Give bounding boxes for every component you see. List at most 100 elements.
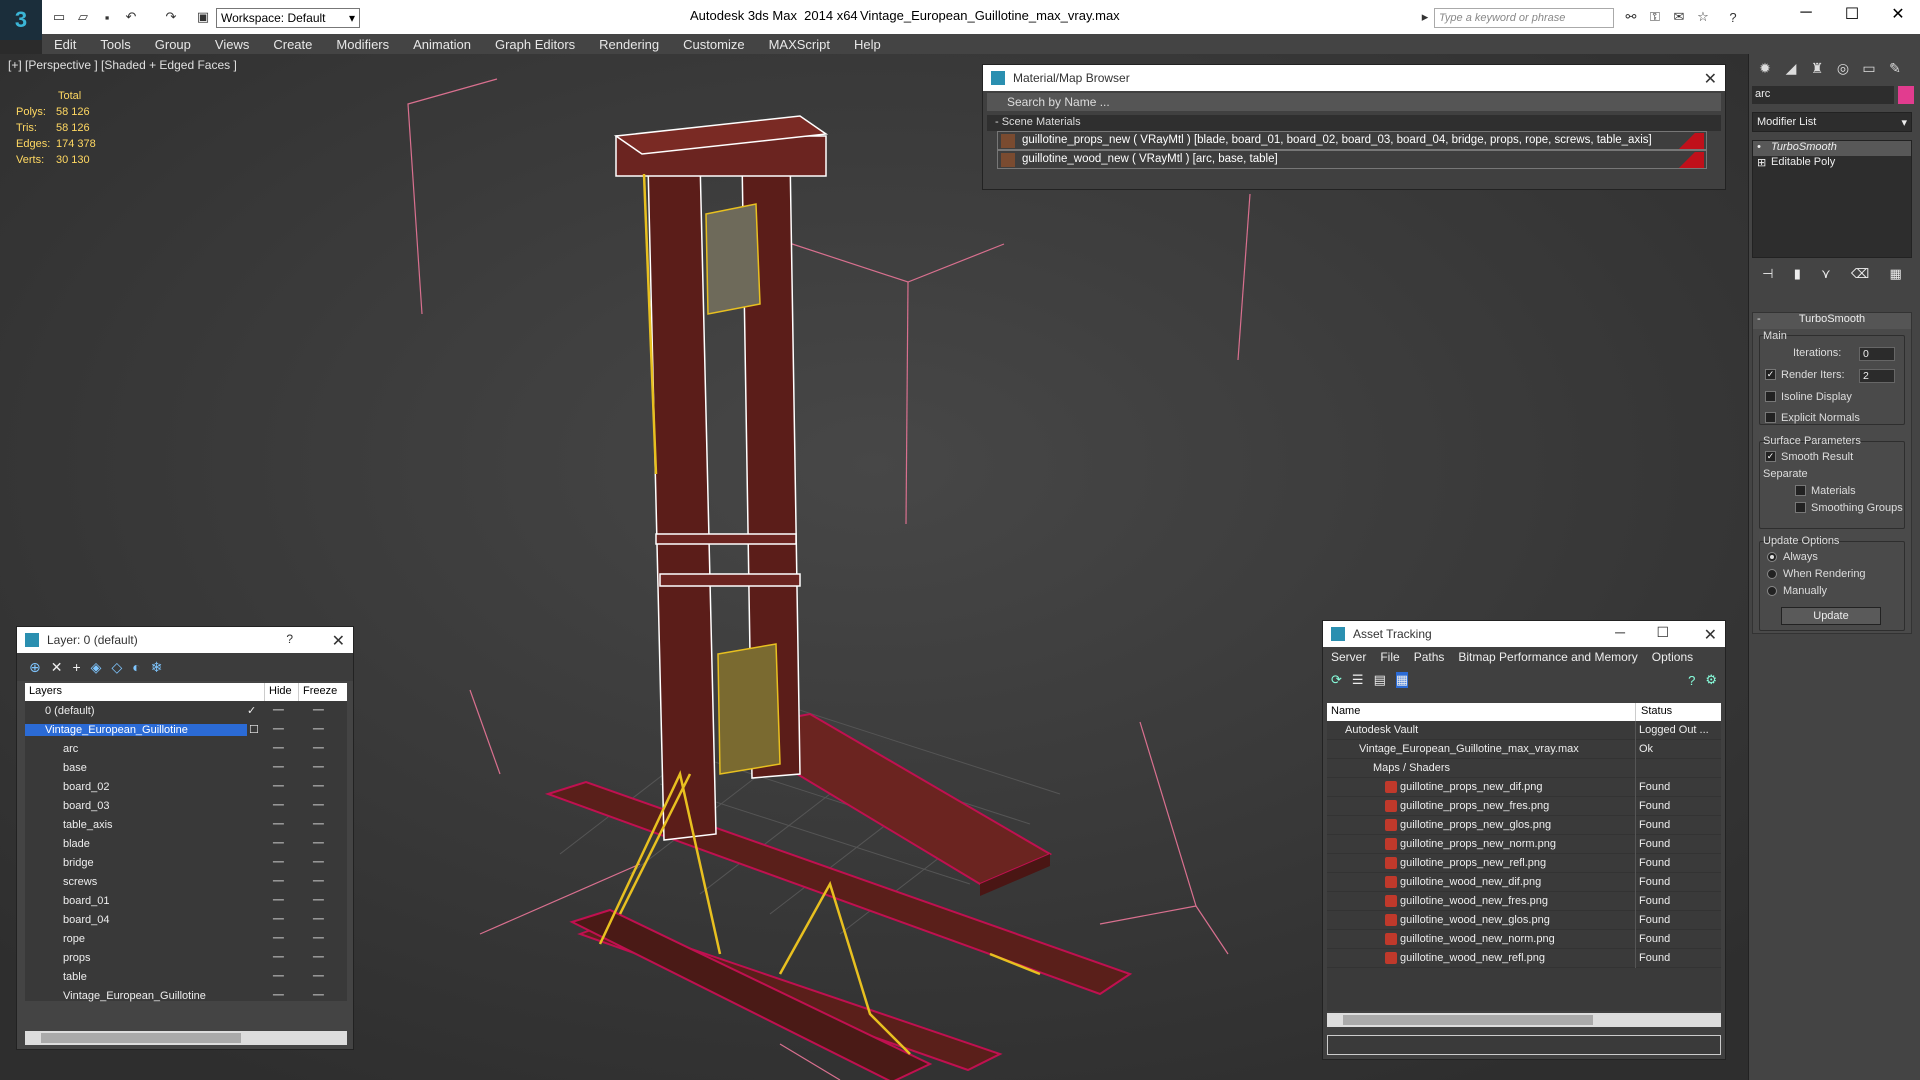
- menu-tools[interactable]: Tools: [88, 37, 142, 52]
- hide-toggle[interactable]: ━━: [273, 762, 284, 773]
- freeze-toggle[interactable]: ━━: [313, 857, 324, 868]
- material-item[interactable]: guillotine_wood_new ( VRayMtl ) [arc, ba…: [997, 150, 1707, 169]
- create-layer-icon[interactable]: ⊕: [29, 659, 41, 676]
- expand-arrow-icon[interactable]: ▸: [1416, 8, 1434, 26]
- asset-row[interactable]: guillotine_props_new_glos.png Found: [1327, 816, 1721, 835]
- asset-row[interactable]: guillotine_wood_new_refl.png Found: [1327, 949, 1721, 968]
- hide-toggle[interactable]: ━━: [273, 800, 284, 811]
- layers-column-header[interactable]: Layers: [25, 683, 265, 701]
- explicit-normals-checkbox[interactable]: [1765, 412, 1776, 423]
- create-tab-icon[interactable]: ✹: [1754, 60, 1776, 80]
- freeze-toggle[interactable]: ━━: [313, 990, 324, 1001]
- minimize-button[interactable]: ─: [1615, 624, 1625, 640]
- layer-object-row[interactable]: board_01 ━━ ━━: [25, 891, 347, 910]
- asset-row[interactable]: guillotine_props_new_dif.png Found: [1327, 778, 1721, 797]
- asset-row[interactable]: guillotine_wood_new_glos.png Found: [1327, 911, 1721, 930]
- table-view-icon[interactable]: ▦: [1395, 672, 1409, 688]
- scrollbar-thumb[interactable]: [1343, 1015, 1593, 1025]
- layer-row[interactable]: Vintage_European_Guillotine ☐ ━━ ━━: [25, 720, 347, 739]
- hide-toggle[interactable]: ━━: [273, 952, 284, 963]
- update-when-rendering-radio[interactable]: [1767, 569, 1777, 579]
- asset-row[interactable]: guillotine_wood_new_norm.png Found: [1327, 930, 1721, 949]
- asset-menu-bitmap[interactable]: Bitmap Performance and Memory: [1458, 650, 1637, 664]
- hide-toggle[interactable]: ━━: [273, 876, 284, 887]
- help-icon[interactable]: ?: [1688, 673, 1695, 688]
- asset-menu-file[interactable]: File: [1380, 650, 1399, 664]
- hide-toggle[interactable]: ━━: [273, 895, 284, 906]
- layer-object-row[interactable]: bridge ━━ ━━: [25, 853, 347, 872]
- asset-menu-paths[interactable]: Paths: [1414, 650, 1445, 664]
- asset-row[interactable]: Autodesk Vault Logged Out ...: [1327, 721, 1721, 740]
- menu-graph-editors[interactable]: Graph Editors: [483, 37, 587, 52]
- settings-icon[interactable]: ⚙: [1705, 672, 1717, 688]
- menu-animation[interactable]: Animation: [401, 37, 483, 52]
- menu-customize[interactable]: Customize: [671, 37, 756, 52]
- layer-object-row[interactable]: props ━━ ━━: [25, 948, 347, 967]
- close-button[interactable]: ✕: [1878, 4, 1918, 26]
- freeze-toggle[interactable]: ━━: [313, 971, 324, 982]
- freeze-toggle[interactable]: ━━: [313, 838, 324, 849]
- asset-row[interactable]: guillotine_props_new_refl.png Found: [1327, 854, 1721, 873]
- asset-row[interactable]: guillotine_props_new_fres.png Found: [1327, 797, 1721, 816]
- key-icon[interactable]: ⚿: [1646, 8, 1664, 26]
- hide-toggle[interactable]: ━━: [273, 724, 284, 735]
- freeze-toggle[interactable]: ━━: [313, 724, 324, 735]
- layer-object-row[interactable]: base ━━ ━━: [25, 758, 347, 777]
- asset-row[interactable]: Vintage_European_Guillotine_max_vray.max…: [1327, 740, 1721, 759]
- layer-object-row[interactable]: blade ━━ ━━: [25, 834, 347, 853]
- freeze-toggle[interactable]: ━━: [313, 743, 324, 754]
- display-tab-icon[interactable]: ▭: [1858, 60, 1880, 80]
- menu-views[interactable]: Views: [203, 37, 261, 52]
- render-iters-spinner[interactable]: 2: [1859, 369, 1895, 383]
- separate-smoothing-groups-checkbox[interactable]: [1795, 502, 1806, 513]
- configure-modifier-sets-icon[interactable]: ▦: [1890, 266, 1902, 288]
- set-active-box-icon[interactable]: ☐: [249, 723, 259, 736]
- scene-materials-section[interactable]: - Scene Materials: [987, 115, 1721, 131]
- hide-toggle[interactable]: ━━: [273, 819, 284, 830]
- stack-item-editable-poly[interactable]: ⊞ Editable Poly: [1753, 156, 1911, 171]
- menu-rendering[interactable]: Rendering: [587, 37, 671, 52]
- freeze-toggle[interactable]: ━━: [313, 895, 324, 906]
- hide-column-header[interactable]: Hide: [265, 683, 299, 701]
- asset-menu-options[interactable]: Options: [1652, 650, 1693, 664]
- hide-toggle[interactable]: ━━: [273, 838, 284, 849]
- redo-icon[interactable]: ↷: [162, 8, 180, 26]
- hide-toggle[interactable]: ━━: [273, 971, 284, 982]
- menu-create[interactable]: Create: [261, 37, 324, 52]
- rollout-header[interactable]: - TurboSmooth: [1753, 313, 1911, 329]
- separate-materials-checkbox[interactable]: [1795, 485, 1806, 496]
- freeze-toggle[interactable]: ━━: [313, 781, 324, 792]
- freeze-toggle[interactable]: ━━: [313, 952, 324, 963]
- highlight-layer-icon[interactable]: ◇: [111, 659, 122, 676]
- favorites-star-icon[interactable]: ☆: [1694, 8, 1712, 26]
- freeze-toggle[interactable]: ━━: [313, 914, 324, 925]
- layer-object-row[interactable]: rope ━━ ━━: [25, 929, 347, 948]
- pin-stack-icon[interactable]: ⊣: [1762, 266, 1773, 288]
- iterations-spinner[interactable]: 0: [1859, 347, 1895, 361]
- hide-toggle[interactable]: ━━: [273, 781, 284, 792]
- project-folder-icon[interactable]: ▣: [194, 8, 212, 26]
- freeze-toggle[interactable]: ━━: [313, 933, 324, 944]
- save-file-icon[interactable]: ▪: [98, 8, 116, 26]
- update-manually-radio[interactable]: [1767, 586, 1777, 596]
- freeze-toggle[interactable]: ━━: [313, 762, 324, 773]
- communication-icon[interactable]: ✉: [1670, 8, 1688, 26]
- object-name-field[interactable]: arc: [1752, 86, 1894, 104]
- menu-modifiers[interactable]: Modifiers: [324, 37, 401, 52]
- maximize-button[interactable]: ☐: [1656, 624, 1669, 641]
- select-objects-icon[interactable]: ◈: [91, 659, 102, 676]
- layer-object-row[interactable]: table_axis ━━ ━━: [25, 815, 347, 834]
- help-icon[interactable]: ?: [1724, 8, 1742, 26]
- isoline-display-checkbox[interactable]: [1765, 391, 1776, 402]
- layer-horizontal-scrollbar[interactable]: [25, 1031, 347, 1045]
- asset-row[interactable]: guillotine_wood_new_dif.png Found: [1327, 873, 1721, 892]
- add-to-layer-icon[interactable]: +: [72, 659, 80, 675]
- material-search-input[interactable]: Search by Name ...: [987, 93, 1721, 111]
- layer-object-row[interactable]: board_02 ━━ ━━: [25, 777, 347, 796]
- hide-toggle[interactable]: ━━: [273, 933, 284, 944]
- workspace-dropdown[interactable]: Workspace: Default ▾: [216, 8, 360, 28]
- freeze-toggle[interactable]: ━━: [313, 876, 324, 887]
- menu-edit[interactable]: Edit: [42, 37, 88, 52]
- update-button[interactable]: Update: [1781, 607, 1881, 625]
- render-iters-checkbox[interactable]: ✓: [1765, 369, 1776, 380]
